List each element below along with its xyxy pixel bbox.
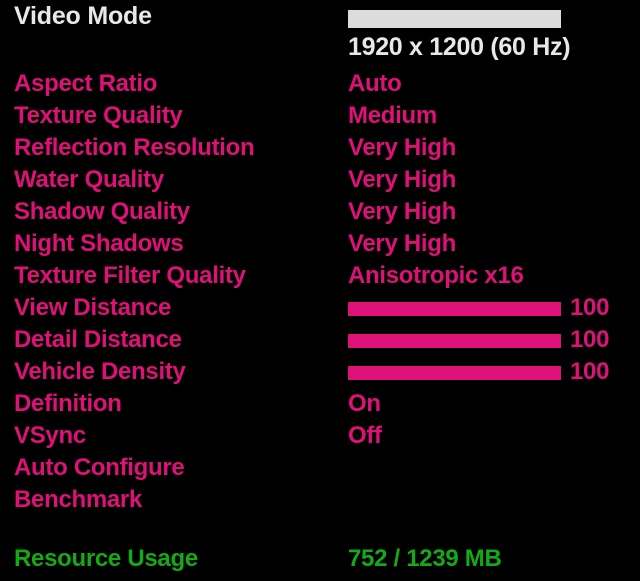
settings-row[interactable]: Definition On: [0, 389, 640, 421]
slider-fill: [348, 366, 561, 380]
slider-fill: [348, 334, 561, 348]
settings-row-label: Benchmark: [14, 486, 143, 513]
settings-row-slider[interactable]: [348, 366, 561, 380]
settings-row-label: Reflection Resolution: [14, 134, 255, 161]
resolution-value: 1920 x 1200 (60 Hz): [348, 33, 571, 61]
settings-row-value[interactable]: Very High: [348, 165, 456, 195]
settings-row-label: Definition: [14, 390, 122, 417]
settings-row-label: Detail Distance: [14, 326, 182, 353]
settings-row-label: Aspect Ratio: [14, 70, 158, 97]
settings-row[interactable]: VSync Off: [0, 421, 640, 453]
settings-row-label: Texture Filter Quality: [14, 262, 246, 289]
settings-row-value[interactable]: Anisotropic x16: [348, 261, 524, 291]
settings-row-label: Water Quality: [14, 166, 164, 193]
settings-row-value[interactable]: Very High: [348, 229, 456, 259]
settings-row-label: Night Shadows: [14, 230, 184, 257]
settings-row-slider-value: 100: [570, 294, 610, 321]
settings-row-value[interactable]: Very High: [348, 133, 456, 163]
settings-row-value[interactable]: Very High: [348, 197, 456, 227]
settings-row-slider[interactable]: [348, 334, 561, 348]
settings-row-value[interactable]: Medium: [348, 101, 437, 131]
settings-row-label: Vehicle Density: [14, 358, 186, 385]
settings-row-label: Auto Configure: [14, 454, 185, 481]
settings-row-label: View Distance: [14, 294, 172, 321]
video-settings-screen: Video Mode 1920 x 1200 (60 Hz) Aspect Ra…: [0, 0, 640, 581]
settings-row[interactable]: Reflection Resolution Very High: [0, 133, 640, 165]
settings-row-value[interactable]: Auto: [348, 69, 402, 99]
settings-row-label: Shadow Quality: [14, 198, 190, 225]
slider-fill: [348, 302, 561, 316]
settings-row-slider[interactable]: [348, 302, 561, 316]
settings-row[interactable]: Auto Configure: [0, 453, 640, 485]
settings-row-label: Texture Quality: [14, 102, 183, 129]
settings-row[interactable]: Vehicle Density 100: [0, 357, 640, 389]
page-title: Video Mode: [14, 2, 152, 30]
settings-row[interactable]: Benchmark: [0, 485, 640, 517]
settings-row-value[interactable]: On: [348, 389, 381, 419]
settings-row-label: VSync: [14, 422, 86, 449]
settings-row-value[interactable]: Off: [348, 421, 382, 451]
settings-list: Aspect Ratio Auto Texture Quality Medium Ref…: [0, 69, 640, 517]
settings-row[interactable]: Texture Filter Quality Anisotropic x16: [0, 261, 640, 293]
settings-row[interactable]: Night Shadows Very High: [0, 229, 640, 261]
resolution-slider[interactable]: [348, 10, 561, 28]
settings-row[interactable]: Shadow Quality Very High: [0, 197, 640, 229]
settings-row[interactable]: Water Quality Very High: [0, 165, 640, 197]
resource-usage-value: 752 / 1239 MB: [348, 545, 502, 572]
settings-row[interactable]: Detail Distance 100: [0, 325, 640, 357]
settings-row-slider-value: 100: [570, 358, 610, 385]
resource-usage-label: Resource Usage: [14, 545, 198, 572]
settings-row[interactable]: Texture Quality Medium: [0, 101, 640, 133]
settings-row-slider-value: 100: [570, 326, 610, 353]
settings-row[interactable]: Aspect Ratio Auto: [0, 69, 640, 101]
settings-row[interactable]: View Distance 100: [0, 293, 640, 325]
